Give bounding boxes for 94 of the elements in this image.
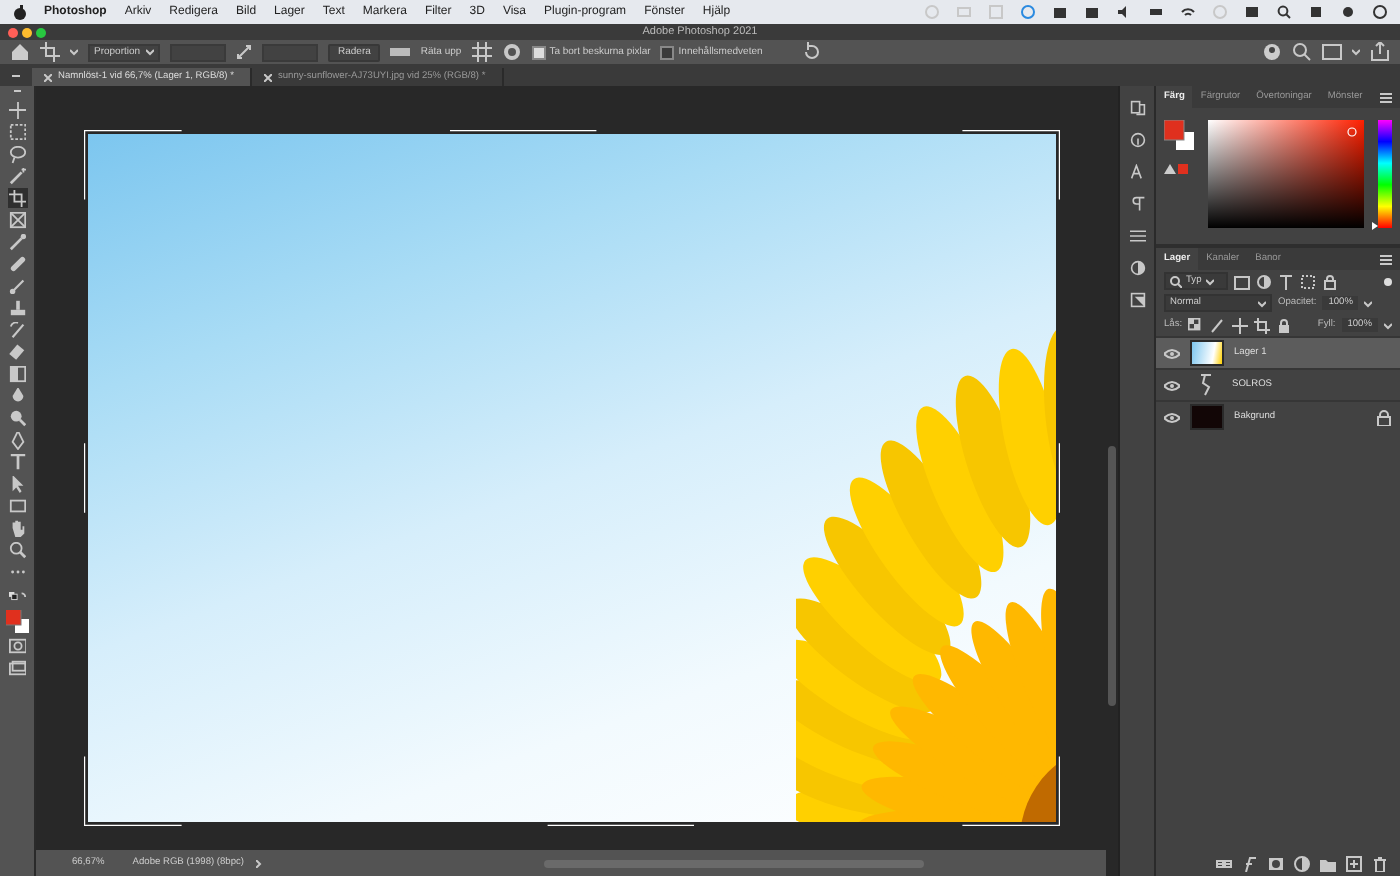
- trash-icon[interactable]: [1372, 856, 1388, 872]
- info-icon[interactable]: [1129, 132, 1145, 148]
- effects-icon[interactable]: [1242, 856, 1258, 872]
- color-swatches-icon[interactable]: [4, 608, 30, 634]
- settings-icon[interactable]: [501, 42, 522, 62]
- apple-icon[interactable]: [12, 4, 28, 20]
- drop-icon[interactable]: [7, 386, 27, 406]
- gamut-warning-icon: [1164, 162, 1188, 176]
- lock-icon[interactable]: [1276, 317, 1293, 333]
- color-swatches-icon[interactable]: [1164, 120, 1194, 150]
- gradient-icon[interactable]: [7, 364, 27, 384]
- mask-icon[interactable]: [1268, 856, 1284, 872]
- rectangle-icon[interactable]: [7, 496, 27, 516]
- shape-filter-icon[interactable]: [1300, 273, 1316, 289]
- marquee-icon[interactable]: [7, 122, 27, 142]
- search-icon[interactable]: [1276, 4, 1292, 20]
- search-icon[interactable]: [1292, 42, 1312, 62]
- frame-icon[interactable]: [7, 210, 27, 230]
- screen-mode-icon[interactable]: [7, 658, 27, 678]
- crop-icon[interactable]: [1254, 317, 1271, 333]
- caret-icon: [1205, 277, 1214, 285]
- person-icon[interactable]: [1262, 42, 1282, 62]
- chevron-icon[interactable]: [256, 859, 263, 867]
- figure-icon: [1200, 374, 1212, 396]
- zoom-icon[interactable]: [7, 540, 27, 560]
- filter-toggle[interactable]: [1384, 277, 1392, 285]
- width-field[interactable]: [170, 43, 226, 61]
- crop-icon[interactable]: [40, 42, 60, 62]
- eyedropper-icon[interactable]: [7, 232, 27, 252]
- smart-object-filter-icon[interactable]: [1322, 273, 1338, 289]
- hand-icon[interactable]: [7, 518, 27, 538]
- move-icon[interactable]: [1232, 317, 1249, 333]
- caret-icon[interactable]: [70, 48, 78, 56]
- bandage-icon[interactable]: [7, 254, 27, 274]
- checkbox[interactable]: [531, 45, 546, 59]
- history-icon[interactable]: [1129, 100, 1145, 116]
- minimize-button[interactable]: [22, 27, 32, 37]
- type-filter-icon[interactable]: [1278, 273, 1294, 289]
- menu-icon[interactable]: [1380, 91, 1392, 103]
- layer-thumbnail: [1190, 340, 1224, 366]
- wand-icon[interactable]: [7, 166, 27, 186]
- caret-icon[interactable]: [1384, 321, 1392, 329]
- window-icon[interactable]: [1322, 42, 1342, 62]
- swap-icon[interactable]: [236, 44, 252, 60]
- layer-thumbnail: [1190, 404, 1224, 430]
- adjustment-icon[interactable]: [1294, 856, 1310, 872]
- quick-mask-icon[interactable]: [7, 636, 27, 656]
- circle-half-icon[interactable]: [1129, 260, 1145, 276]
- history-brush-icon[interactable]: [7, 320, 27, 340]
- eraser-icon[interactable]: [7, 342, 27, 362]
- color-field[interactable]: [1208, 120, 1364, 228]
- close-button[interactable]: [8, 27, 18, 37]
- caret-icon: [146, 48, 154, 56]
- caret-icon[interactable]: [1352, 48, 1360, 56]
- adjustments-icon[interactable]: [1129, 228, 1145, 244]
- lasso-icon[interactable]: [7, 144, 27, 164]
- pen-icon[interactable]: [7, 430, 27, 450]
- menu-icon[interactable]: [1380, 253, 1392, 265]
- move-icon[interactable]: [7, 100, 27, 120]
- close-icon[interactable]: [263, 73, 272, 81]
- character-icon[interactable]: [1129, 164, 1145, 180]
- checker-icon[interactable]: [1188, 317, 1205, 333]
- caret-icon[interactable]: [1364, 299, 1373, 307]
- eye-icon[interactable]: [1164, 411, 1180, 423]
- reset-icon[interactable]: [802, 42, 823, 62]
- checkbox[interactable]: [660, 45, 675, 59]
- brush-icon[interactable]: [1210, 317, 1227, 333]
- height-field[interactable]: [262, 43, 318, 61]
- hue-slider[interactable]: [1378, 120, 1392, 228]
- adjustment-filter-icon[interactable]: [1256, 273, 1272, 289]
- eye-icon[interactable]: [1164, 347, 1180, 359]
- magnifier-icon[interactable]: [7, 408, 27, 428]
- share-icon[interactable]: [1370, 42, 1390, 62]
- eye-icon[interactable]: [1164, 379, 1180, 391]
- cursor-icon[interactable]: [7, 474, 27, 494]
- zoom-button[interactable]: [36, 27, 46, 37]
- image-filter-icon[interactable]: [1234, 273, 1250, 289]
- link-icon[interactable]: [1216, 856, 1232, 872]
- slider-thumb[interactable]: [1372, 221, 1378, 230]
- libraries-icon[interactable]: [1129, 292, 1145, 308]
- new-layer-icon[interactable]: [1346, 856, 1362, 872]
- close-icon[interactable]: [44, 73, 52, 81]
- caret-icon: [1258, 299, 1266, 307]
- speaker-icon[interactable]: [1116, 4, 1132, 20]
- paragraph-icon[interactable]: [1129, 196, 1145, 212]
- crop-icon[interactable]: [7, 188, 27, 208]
- default-colors-icon[interactable]: [7, 590, 27, 602]
- grid-icon[interactable]: [471, 42, 492, 62]
- scrollbar-thumb[interactable]: [1108, 446, 1116, 706]
- stamp-icon[interactable]: [7, 298, 27, 318]
- search-icon: [1170, 275, 1182, 287]
- type-icon[interactable]: [7, 452, 27, 472]
- wifi-icon[interactable]: [1180, 4, 1196, 20]
- brush-icon[interactable]: [7, 276, 27, 296]
